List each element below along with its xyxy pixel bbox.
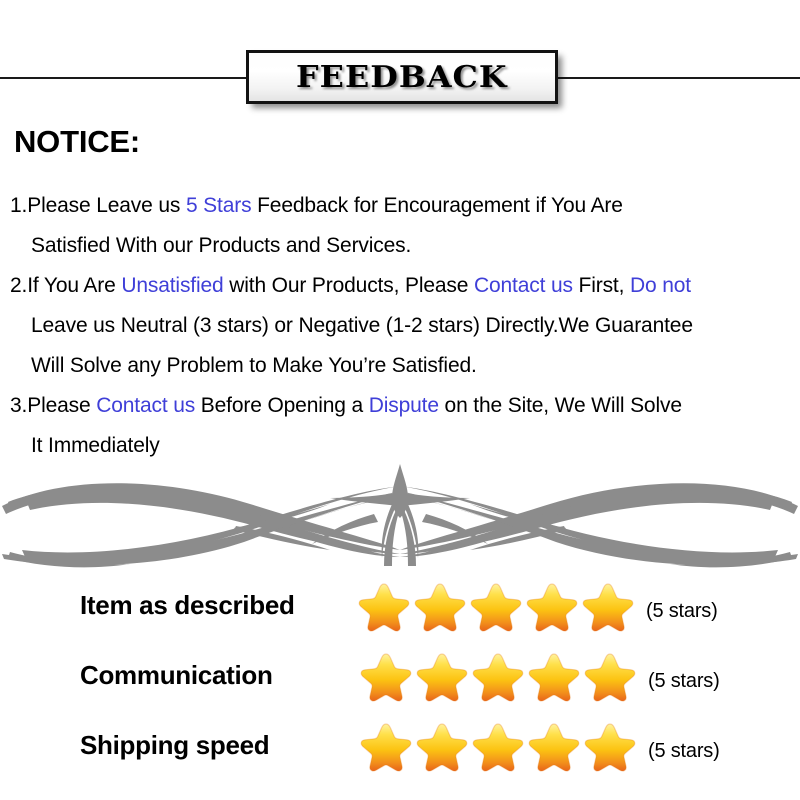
star-icon [416,723,468,772]
rating-rows: Item as described (5 stars) Communication (… [0,576,800,786]
notice-text: Leave us Neutral (3 stars) or Negative (… [31,314,693,337]
notice-text: First, [572,274,630,297]
feedback-banner: FEEDBACK [0,44,800,106]
notice-text: 3.Please [10,394,97,417]
notice-line: 1.Please Leave us 5 Stars Feedback for E… [0,186,800,226]
notice-text: Feedback for Encouragement if You Are [251,194,623,217]
notice-line: Satisfied With our Products and Services… [0,226,800,266]
notice-text: Satisfied With our Products and Services… [31,234,412,257]
star-icon [360,653,412,702]
star-icon [358,583,410,632]
star-icon [526,583,578,632]
star-icon [472,723,524,772]
star-rating[interactable] [356,580,636,634]
star-icon [528,723,580,772]
banner-rule-left [0,77,248,79]
banner-rule-right [556,77,800,79]
notice-line: Will Solve any Problem to Make You’re Sa… [0,346,800,386]
notice-highlight-text: 5 Stars [185,194,252,217]
notice-text: Will Solve any Problem to Make You’re Sa… [31,354,477,377]
rating-count-label: (5 stars) [648,670,720,692]
notice-text: Before Opening a [195,394,369,417]
star-icon [360,723,412,772]
notice-line: 2.If You Are Unsatisfied with Our Produc… [0,266,800,306]
banner-box: FEEDBACK [246,50,558,104]
star-rating[interactable] [358,650,638,704]
star-rating[interactable] [358,720,638,774]
star-icon [528,653,580,702]
rating-row: Shipping speed (5 stars) [0,716,800,786]
notice-text: 2.If You Are [10,274,122,297]
notice-highlight-text: Contact us [473,274,573,297]
rating-count-label: (5 stars) [646,600,718,622]
star-icon [582,583,634,632]
star-icon [584,653,636,702]
star-icon [584,723,636,772]
notice-text: on the Site, We Will Solve [438,394,682,417]
notice-highlight-text: Contact us [96,394,196,417]
notice-line: Leave us Neutral (3 stars) or Negative (… [0,306,800,346]
notice-highlight-text: Do not [629,274,691,297]
rating-count-label: (5 stars) [648,740,720,762]
rating-label: Item as described [80,590,295,620]
ornamental-flourish-icon [0,458,800,568]
notice-highlight-text: Dispute [368,394,439,417]
star-icon [414,583,466,632]
notice-line: 3.Please Contact us Before Opening a Dis… [0,386,800,426]
rating-label: Shipping speed [80,730,270,760]
star-icon [470,583,522,632]
star-icon [472,653,524,702]
rating-row: Item as described (5 stars) [0,576,800,646]
rating-label: Communication [80,660,273,690]
banner-title: FEEDBACK [296,59,508,95]
star-icon [416,653,468,702]
notice-text: 1.Please Leave us [10,194,186,217]
notice-text: with Our Products, Please [223,274,474,297]
notice-list: 1.Please Leave us 5 Stars Feedback for E… [0,186,800,466]
rating-row: Communication (5 stars) [0,646,800,716]
notice-highlight-text: Unsatisfied [121,274,224,297]
notice-text: It Immediately [31,434,160,457]
notice-heading: NOTICE: [14,124,141,159]
